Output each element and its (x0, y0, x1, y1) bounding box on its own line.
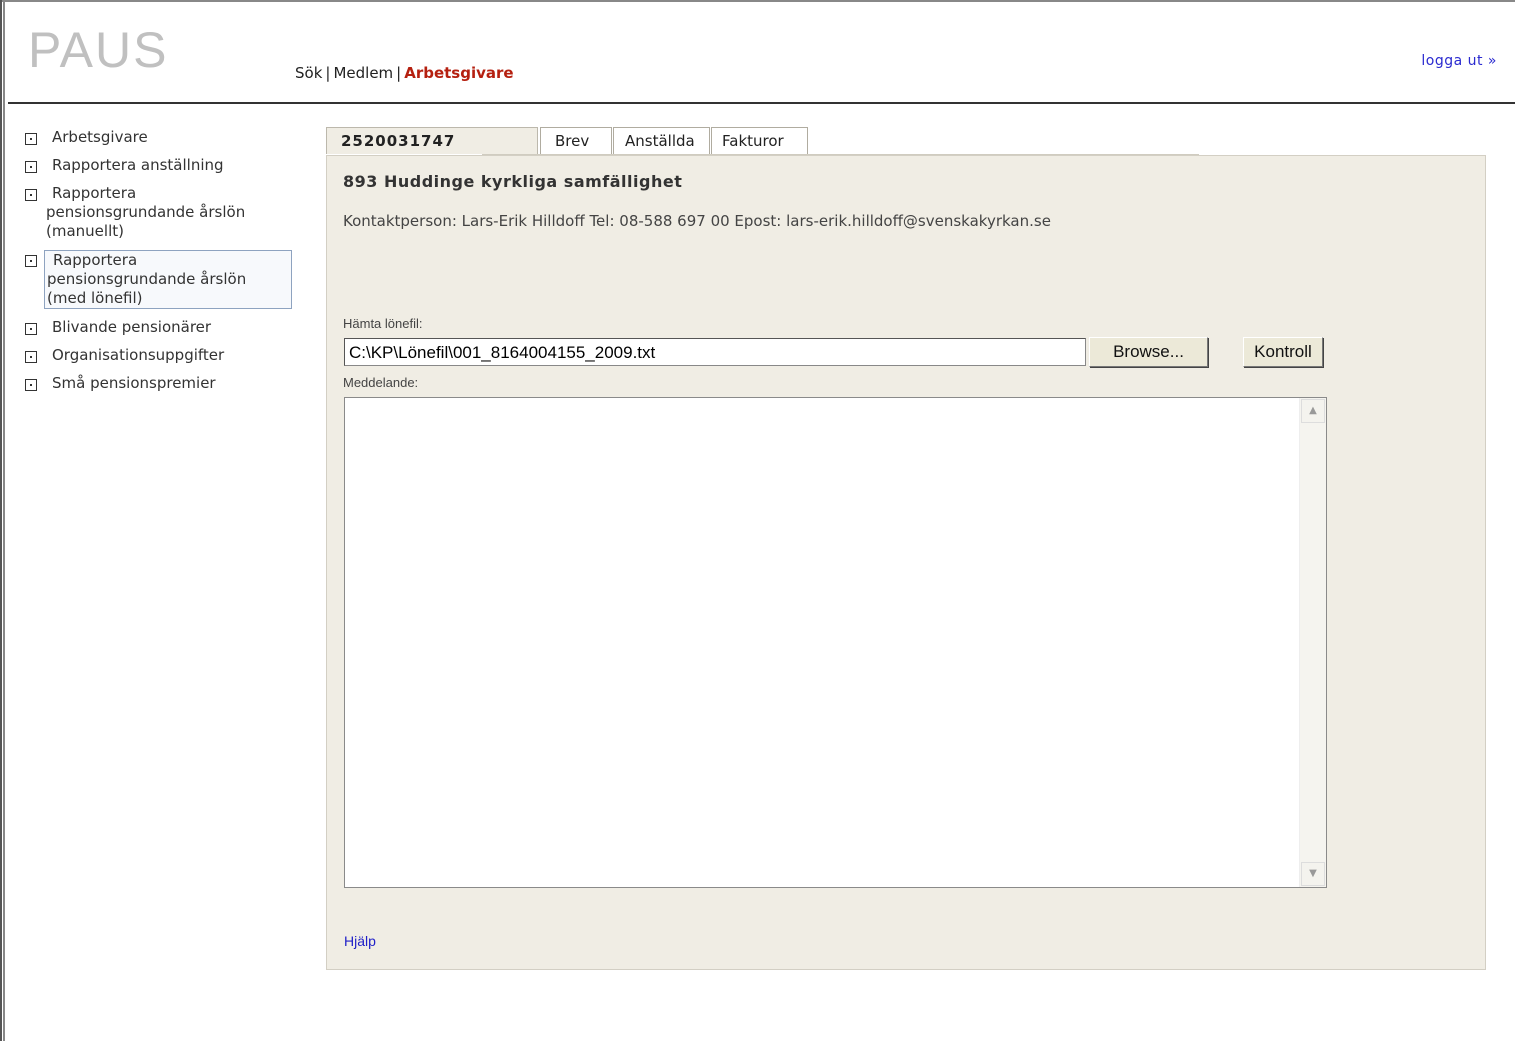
tab-brev[interactable]: Brev (540, 127, 612, 154)
window-left-border (0, 0, 5, 1041)
sidebar-item-rapportera-manuellt[interactable]: Rapportera pensionsgrundande årslön (man… (24, 184, 294, 241)
sidebar-item-sma-pensionspremier[interactable]: Små pensionspremier (24, 374, 294, 393)
sidebar-item-label: Blivande pensionärer (52, 318, 212, 336)
organization-title: 893 Huddinge kyrkliga samfällighet (343, 172, 683, 191)
sidebar-item-label: Arbetsgivare (52, 128, 148, 146)
label-line: Rapportera (53, 251, 138, 269)
nav-separator: | (325, 64, 331, 82)
header-divider (8, 102, 1515, 104)
nav-separator: | (396, 64, 402, 82)
nav-sok-link[interactable]: Sök (295, 64, 322, 82)
nav-medlem-link[interactable]: Medlem (333, 64, 393, 82)
browse-button[interactable]: Browse... (1089, 337, 1208, 367)
logout-link[interactable]: logga ut » (1421, 53, 1497, 69)
bullet-icon (25, 255, 37, 267)
top-navigation: Sök | Medlem | Arbetsgivare (295, 64, 514, 82)
bullet-icon (25, 133, 37, 145)
sidebar-item-label: Rapportera anställning (52, 156, 224, 174)
bullet-icon (25, 189, 37, 201)
tab-anstallda[interactable]: Anställda (613, 127, 710, 154)
sidebar-item-organisationsuppgifter[interactable]: Organisationsuppgifter (24, 346, 294, 365)
label-line: (med lönefil) (47, 289, 143, 307)
app-logo: PAUS (28, 22, 169, 78)
bullet-icon (25, 351, 37, 363)
message-label: Meddelande: (343, 375, 419, 390)
file-path-input[interactable]: C:\KP\Lönefil\001_8164004155_2009.txt (344, 338, 1086, 366)
sidebar-item-label: Små pensionspremier (52, 374, 216, 392)
help-link[interactable]: Hjälp (344, 933, 376, 949)
scroll-up-icon[interactable]: ▲ (1301, 399, 1325, 423)
bullet-icon (25, 379, 37, 391)
label-line: pensionsgrundande årslön (46, 203, 246, 221)
sidebar-item-blivande-pensionarer[interactable]: Blivande pensionärer (24, 318, 294, 337)
label-line: pensionsgrundande årslön (47, 270, 247, 288)
bullet-icon (25, 323, 37, 335)
sidebar-item-label: Organisationsuppgifter (52, 346, 225, 364)
sidebar-item-label: Rapportera pensionsgrundande årslön (man… (46, 184, 294, 241)
tab-org-number[interactable]: 2520031747 (326, 127, 538, 154)
sidebar-item-rapportera-anstallning[interactable]: Rapportera anställning (24, 156, 294, 175)
sidebar-item-arbetsgivare[interactable]: Arbetsgivare (24, 128, 294, 147)
sidebar-item-label: Rapportera pensionsgrundande årslön (med… (44, 250, 292, 309)
label-line: Rapportera (52, 184, 137, 202)
label-line: (manuellt) (46, 222, 124, 240)
content-panel: 893 Huddinge kyrkliga samfällighet Konta… (326, 155, 1486, 970)
sidebar: Arbetsgivare Rapportera anställning Rapp… (24, 128, 294, 402)
textarea-scrollbar[interactable]: ▲ ▼ (1299, 398, 1326, 887)
message-textarea[interactable]: ▲ ▼ (344, 397, 1327, 888)
file-label: Hämta lönefil: (343, 316, 423, 331)
contact-info: Kontaktperson: Lars-Erik Hilldoff Tel: 0… (343, 212, 1051, 230)
kontroll-button[interactable]: Kontroll (1243, 337, 1323, 367)
scroll-down-icon[interactable]: ▼ (1301, 862, 1325, 886)
sidebar-item-rapportera-lonefil[interactable]: Rapportera pensionsgrundande årslön (med… (24, 250, 294, 309)
window-top-border (0, 0, 1515, 2)
bullet-icon (25, 161, 37, 173)
tab-fakturor[interactable]: Fakturor (711, 127, 808, 154)
nav-arbetsgivare-link[interactable]: Arbetsgivare (404, 64, 513, 82)
